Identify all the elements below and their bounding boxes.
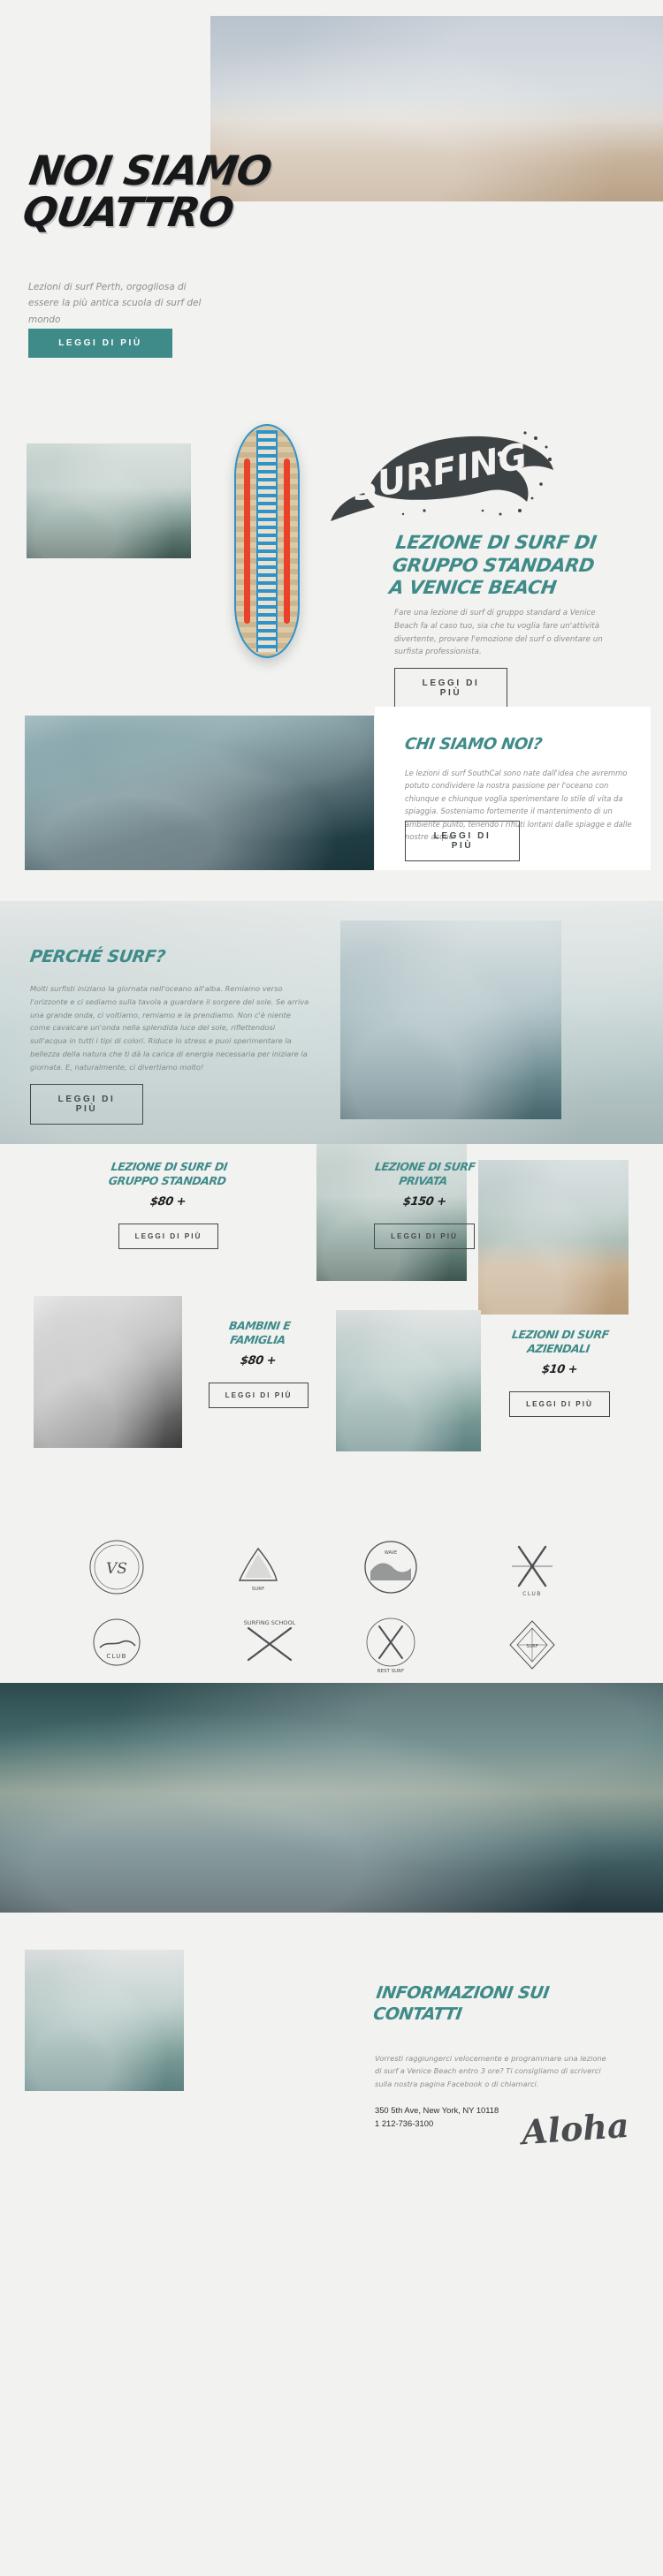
why-surf-cta-button[interactable]: LEGGI DI PIÙ [30, 1084, 143, 1125]
board-stripe-right [284, 458, 290, 625]
hero-section: NOI SIAMO QUATTRO Lezioni di surf Perth,… [0, 0, 663, 424]
pricing-card-image [336, 1310, 481, 1451]
aerial-photo-section [0, 1683, 663, 1913]
logo-club-crossed-boards-icon[interactable]: CLUB [499, 1534, 565, 1600]
surfing-section: SURFING LEZIONE DI SURF DI GRUPPO STANDA… [0, 424, 663, 708]
logo-geometric-diamond-icon[interactable]: SURF [499, 1612, 565, 1678]
contact-section: INFORMAZIONI SUI CONTATTI Vorresti raggi… [0, 1913, 663, 2169]
hero-image [210, 16, 663, 201]
pricing-card: LEZIONE DI SURF DI GRUPPO STANDARD $80 +… [25, 1160, 312, 1250]
why-surf-title: PERCHÉ SURF? [28, 947, 167, 966]
contact-phone[interactable]: 1 212-736-3100 [375, 2117, 499, 2130]
contact-title: INFORMAZIONI SUI CONTATTI [371, 1983, 551, 2024]
pricing-card: BAMBINI E FAMIGLIA $80 + LEGGI DI PIÙ [186, 1319, 332, 1409]
svg-text:CLUB: CLUB [106, 1653, 126, 1660]
pricing-card-cta-button[interactable]: LEGGI DI PIÙ [509, 1391, 610, 1418]
pricing-card-image [34, 1296, 182, 1448]
surfing-title: LEZIONE DI SURF DI GRUPPO STANDARD A VEN… [387, 532, 598, 599]
surfing-body: Fare una lezione di surf di gruppo stand… [394, 609, 603, 657]
svg-text:SURF: SURF [252, 1587, 265, 1592]
logo-wave-circle-icon[interactable]: WAVE [358, 1534, 423, 1600]
svg-text:BEST SURF: BEST SURF [377, 1669, 404, 1674]
svg-text:SURF: SURF [526, 1644, 537, 1649]
about-image [25, 716, 374, 870]
about-cta-button[interactable]: LEGGI DI PIÙ [405, 821, 520, 861]
dolphin-surfing-icon: SURFING [318, 429, 557, 527]
logo-best-surf-icon[interactable]: BEST SURF [358, 1612, 423, 1678]
hero-subtitle: Lezioni di surf Perth, orgogliosa di ess… [28, 282, 202, 325]
pricing-card-title: BAMBINI E FAMIGLIA [227, 1319, 292, 1346]
pricing-card-cta-button[interactable]: LEGGI DI PIÙ [208, 1383, 309, 1409]
pricing-card-price: $80 + [149, 1195, 187, 1209]
hero-cta-button[interactable]: LEGGI DI PIÙ [28, 329, 172, 358]
contact-details: 350 5th Ave, New York, NY 10118 1 212-73… [375, 2103, 499, 2130]
aloha-signature: Aloha [520, 2104, 630, 2153]
svg-text:VS: VS [106, 1560, 127, 1578]
pricing-card-price: $80 + [240, 1354, 278, 1368]
pricing-card-image [478, 1160, 629, 1315]
pricing-card-title: LEZIONI DI SURF AZIENDALI [511, 1328, 610, 1355]
board-zigzag-pattern [256, 430, 278, 652]
surfing-side-image [27, 443, 191, 558]
board-stripe-left [244, 458, 250, 625]
pricing-card-title: LEZIONE DI SURF PRIVATA [374, 1160, 476, 1187]
pricing-card-price: $10 + [540, 1363, 579, 1377]
contact-body: Vorresti raggiungerci velocemente e prog… [375, 2054, 606, 2088]
pricing-card: LEZIONI DI SURF AZIENDALI $10 + LEGGI DI… [484, 1328, 635, 1418]
aerial-coastline-image [0, 1683, 663, 1913]
logo-surfing-school-icon[interactable]: SURFING SCHOOL [225, 1612, 314, 1678]
surfing-cta-button[interactable]: LEGGI DI PIÙ [394, 668, 507, 708]
why-surf-image [340, 921, 561, 1119]
svg-text:CLUB: CLUB [522, 1591, 542, 1597]
why-surf-section: PERCHÉ SURF? Molti surfisti iniziano la … [0, 901, 663, 1144]
pricing-card-cta-button[interactable]: LEGGI DI PIÙ [118, 1224, 219, 1250]
svg-text:SURFING SCHOOL: SURFING SCHOOL [244, 1619, 296, 1626]
svg-text:WAVE: WAVE [385, 1550, 397, 1556]
pricing-card-cta-button[interactable]: LEGGI DI PIÙ [374, 1224, 475, 1250]
logo-shark-fin-icon[interactable]: SURF [225, 1534, 291, 1600]
why-surf-body: Molti surfisti iniziano la giornata nell… [30, 984, 309, 1072]
page-title: NOI SIAMO QUATTRO [19, 147, 275, 237]
contact-image [25, 1950, 184, 2091]
logo-monogram-vs-icon[interactable]: VS [84, 1534, 149, 1600]
about-section: CHI SIAMO NOI? Le lezioni di surf SouthC… [0, 707, 663, 901]
partner-logos-section: VS SURF WAVE CLUB CLUB SURFING SCHOOL BE… [0, 1515, 663, 1683]
pricing-card-price: $150 + [401, 1195, 447, 1209]
pricing-card-title: LEZIONE DI SURF DI GRUPPO STANDARD [108, 1160, 229, 1187]
logo-surf-club-icon[interactable]: CLUB [84, 1612, 149, 1678]
surfboard-illustration [234, 424, 300, 658]
contact-address: 350 5th Ave, New York, NY 10118 [375, 2105, 499, 2115]
pricing-section: LEZIONE DI SURF DI GRUPPO STANDARD $80 +… [0, 1144, 663, 1515]
about-title: CHI SIAMO NOI? [403, 735, 544, 754]
